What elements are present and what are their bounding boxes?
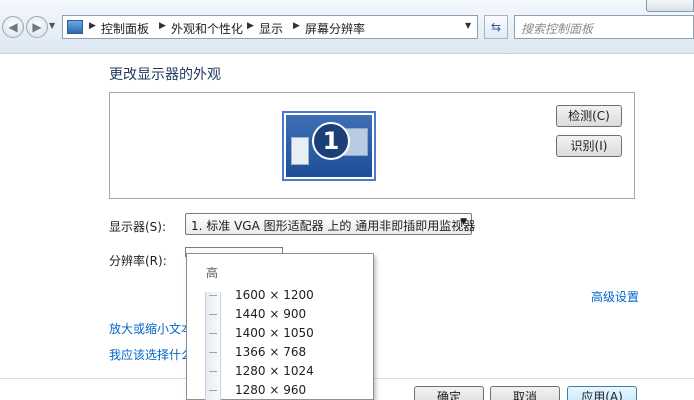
display-select[interactable]: 1. 标准 VGA 图形适配器 上的 通用非即插即用监视器 ▼ <box>185 213 476 235</box>
forward-arrow-icon[interactable]: ▶ <box>26 16 48 38</box>
monitor-icon[interactable]: 1 <box>282 111 376 181</box>
high-label: 高 <box>206 266 219 280</box>
breadcrumb[interactable]: ▶ 控制面板 ▶ 外观和个性化 ▶ 显示 ▶ 屏幕分辨率 ▼ <box>62 15 478 39</box>
navigation-bar: ◀ ▶ ▼ ▶ 控制面板 ▶ 外观和个性化 ▶ 显示 ▶ 屏幕分辨率 ▼ ⇆ 搜… <box>0 0 694 54</box>
crumb-control-panel[interactable]: 控制面板 <box>101 20 149 37</box>
chevron-right-icon[interactable]: ▶ <box>159 21 166 31</box>
which-settings-link[interactable]: 我应该选择什么 <box>109 346 193 363</box>
slider-tick <box>209 314 217 315</box>
ok-button[interactable]: 确定 <box>414 386 484 400</box>
resolution-option[interactable]: 1280 × 1024 <box>235 364 314 378</box>
detect-button[interactable]: 检测(C) <box>556 105 622 127</box>
search-input[interactable]: 搜索控制面板 <box>514 15 694 39</box>
refresh-icon[interactable]: ⇆ <box>484 15 508 39</box>
slider-tick <box>209 371 217 372</box>
crumb-appearance[interactable]: 外观和个性化 <box>171 20 243 37</box>
slider-tick <box>209 352 217 353</box>
mini-window <box>291 137 309 165</box>
back-arrow-icon[interactable]: ◀ <box>2 16 24 38</box>
display-label: 显示器(S): <box>109 220 167 234</box>
resolution-label: 分辨率(R): <box>109 254 167 268</box>
display-select-value: 1. 标准 VGA 图形适配器 上的 通用非即插即用监视器 <box>191 219 476 233</box>
chevron-down-icon[interactable]: ▼ <box>465 21 471 30</box>
chevron-down-icon: ▼ <box>460 217 467 227</box>
resolution-option[interactable]: 1440 × 900 <box>235 307 306 321</box>
resolution-dropdown: 高 1600 × 1200 1440 × 900 1400 × 1050 136… <box>186 253 374 400</box>
chevron-right-icon[interactable]: ▶ <box>89 21 96 31</box>
identify-button[interactable]: 识别(I) <box>556 135 622 157</box>
resolution-option[interactable]: 1280 × 960 <box>235 383 306 397</box>
resolution-option[interactable]: 1366 × 768 <box>235 345 306 359</box>
text-size-link[interactable]: 放大或缩小文本 <box>109 320 193 337</box>
display-number-badge: 1 <box>312 122 350 160</box>
monitor-screen: 1 <box>286 115 372 177</box>
window-control-button[interactable] <box>646 0 694 12</box>
slider-tick <box>209 390 217 391</box>
control-panel-icon <box>67 20 83 34</box>
cancel-button[interactable]: 取消 <box>490 386 560 400</box>
resolution-option[interactable]: 1400 × 1050 <box>235 326 314 340</box>
chevron-right-icon[interactable]: ▶ <box>247 21 254 31</box>
page-title: 更改显示器的外观 <box>109 67 221 83</box>
crumb-display[interactable]: 显示 <box>259 20 283 37</box>
chevron-right-icon[interactable]: ▶ <box>293 21 300 31</box>
resolution-option[interactable]: 1600 × 1200 <box>235 288 314 302</box>
chevron-down-icon[interactable]: ▼ <box>49 21 55 30</box>
resolution-slider[interactable] <box>205 292 221 400</box>
monitor-preview-panel: 1 检测(C) 识别(I) <box>109 92 635 199</box>
advanced-settings-link[interactable]: 高级设置 <box>591 288 639 305</box>
slider-tick <box>209 333 217 334</box>
apply-button[interactable]: 应用(A) <box>567 386 637 400</box>
slider-tick <box>209 295 217 296</box>
crumb-resolution[interactable]: 屏幕分辨率 <box>305 20 365 37</box>
